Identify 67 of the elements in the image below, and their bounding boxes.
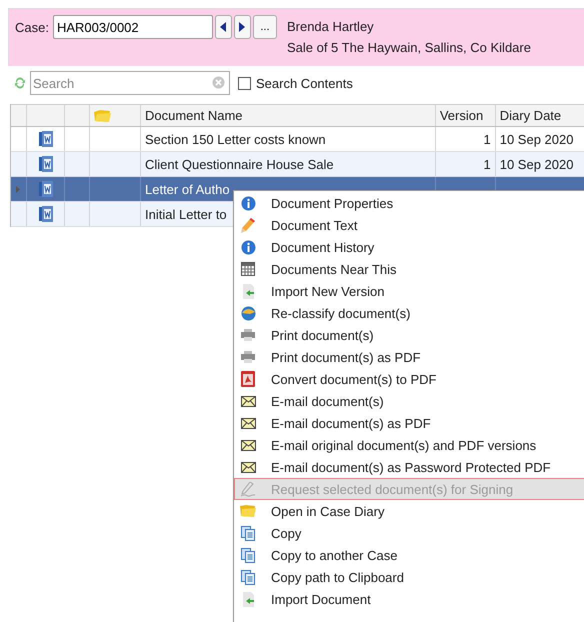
printer-icon [241,351,255,363]
left-triangle-icon [220,22,226,32]
matter-description: Sale of 5 The Haywain, Sallins, Co Kildare [286,40,531,55]
envelope-icon [240,396,256,406]
version-number: 1 [484,156,491,172]
menu-item[interactable]: E-mail document(s) as PDF [234,412,584,434]
case-number-field[interactable]: HAR003/0002 [52,15,213,39]
menu-item[interactable]: Copy path to Clipboard [234,566,584,588]
row-pointer-icon [16,186,20,192]
document-name: Initial Letter to [145,206,227,222]
search-contents-label: Search Contents [256,76,353,90]
diary-date: 10 Sep 2020 [500,156,574,172]
menu-item[interactable]: Documents Near This [234,258,584,280]
case-label: Case: [15,20,49,35]
menu-item[interactable]: Document History [234,236,584,258]
document-name: Letter of Autho [145,182,230,196]
menu-item[interactable]: Open in Case Diary [234,500,584,522]
menu-item[interactable]: Import Document [234,588,584,610]
folder-icon [94,110,111,122]
printer-icon [241,329,255,341]
menu-item[interactable]: E-mail document(s) as Password Protected PDF [234,456,584,478]
copy-icon [240,548,256,562]
menu-item[interactable]: Re-classify document(s) [234,302,584,324]
column-header[interactable]: Document Name [141,105,436,126]
calendar-icon [241,262,255,276]
word-document-icon [38,206,53,222]
envelope-icon [240,440,256,450]
signature-icon [240,482,256,496]
document-arrow-icon [242,592,254,606]
search-contents-checkbox[interactable] [238,76,251,90]
document-arrow-icon [242,284,254,298]
menu-item[interactable]: Copy to another Case [234,544,584,566]
menu-item[interactable]: Convert document(s) to PDF [234,368,584,390]
menu-item[interactable]: Import New Version [234,280,584,302]
pencil-icon [241,218,255,232]
document-row[interactable]: Client Questionnaire House Sale 1 10 Sep 2020 [11,152,584,177]
envelope-icon [240,462,256,472]
menu-item[interactable]: E-mail document(s) [234,390,584,412]
search-field[interactable]: Search [30,71,230,95]
folder-icon [240,505,256,517]
menu-item[interactable]: Copy [234,522,584,544]
menu-item[interactable]: E-mail original document(s) and PDF versions [234,434,584,456]
word-document-icon [38,181,53,197]
info-icon [240,196,256,210]
word-document-icon [38,156,53,172]
word-document-icon [38,131,53,147]
document-name: Client Questionnaire House Sale [145,156,334,172]
pdf-icon [241,371,255,387]
browse-button[interactable]: ... [252,15,277,39]
client-name: Brenda Hartley [286,19,375,34]
column-header[interactable]: Diary Date [496,105,584,126]
right-triangle-icon [239,22,246,32]
envelope-icon [240,418,256,428]
menu-item[interactable]: Document Text [234,214,584,236]
next-button[interactable] [234,15,251,39]
version-number: 1 [484,132,491,146]
globe-icon [240,306,256,320]
diary-date: 10 Sep 2020 [500,132,574,146]
document-row[interactable]: Section 150 Letter costs known 1 10 Sep 2020 [11,127,584,152]
previous-button[interactable] [214,15,232,39]
menu-item[interactable]: Print document(s) [234,324,584,346]
document-name: Section 150 Letter costs known [145,132,326,146]
copy-icon [240,570,256,584]
copy-icon [240,526,256,540]
column-header[interactable]: Version [436,105,496,126]
info-icon [240,240,256,254]
menu-item[interactable]: Print document(s) as PDF [234,346,584,368]
